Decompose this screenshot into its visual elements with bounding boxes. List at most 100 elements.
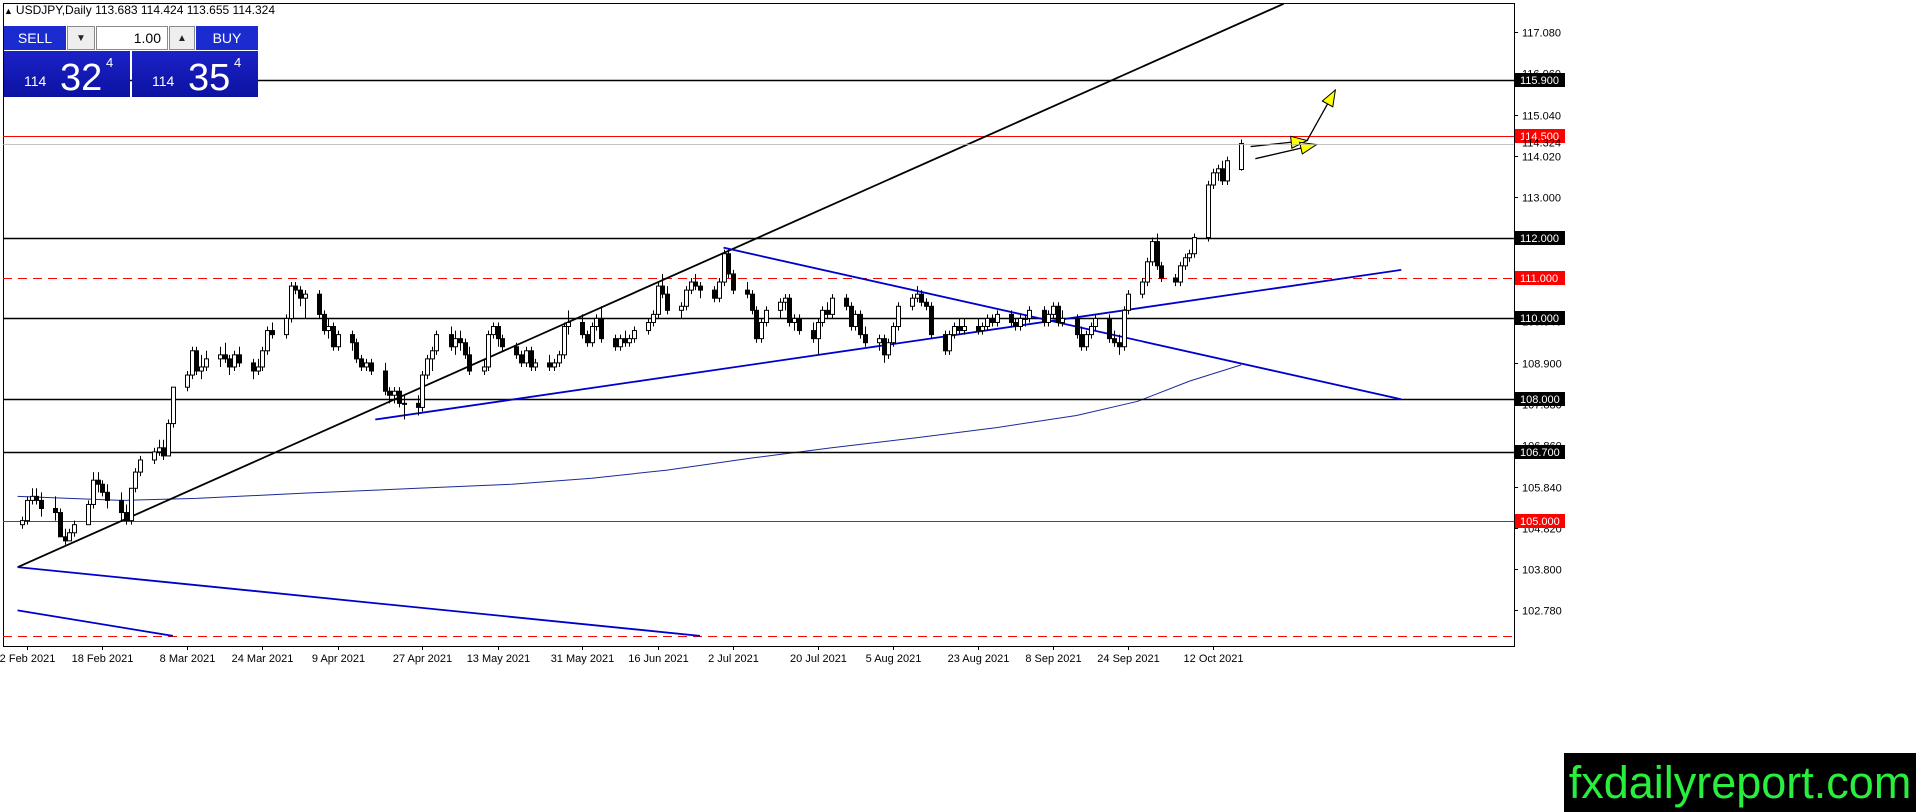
candle-body-bear xyxy=(387,390,392,396)
candle-body-bull xyxy=(1122,309,1127,348)
candle-body-bear xyxy=(237,354,242,364)
x-tick-label: 20 Jul 2021 xyxy=(790,653,847,665)
candle-body-bear xyxy=(317,293,322,315)
candle-body-bear xyxy=(990,317,995,323)
candle-body-bear xyxy=(731,273,736,291)
candle-body-bear xyxy=(96,479,101,485)
candle-body-bull xyxy=(1051,305,1056,315)
watermark-logo: fxdailyreport.com xyxy=(1564,753,1916,812)
candle-body-bull xyxy=(1126,293,1131,311)
candle-body-bear xyxy=(849,305,854,328)
candle-2021-02-25 xyxy=(133,468,138,493)
sell-quote[interactable]: 114 32 4 xyxy=(4,51,130,97)
candle-body-bull xyxy=(915,293,920,299)
candle-body-bull xyxy=(566,321,571,328)
candle-body-bear xyxy=(39,499,44,510)
candle-body-bull xyxy=(820,309,825,323)
candle-body-bear xyxy=(712,289,717,299)
candle-body-bear xyxy=(844,297,849,307)
candle-2021-07-14 xyxy=(787,294,792,327)
candle-body-bear xyxy=(882,338,887,356)
candle-body-bull xyxy=(336,334,341,348)
candle-body-bull xyxy=(1027,309,1032,319)
candle-2021-09-13 xyxy=(1075,314,1080,339)
candle-body-bear xyxy=(924,301,929,307)
candle-body-bear xyxy=(787,297,792,323)
candle-body-bull xyxy=(284,317,289,336)
buy-button[interactable]: BUY xyxy=(196,26,258,50)
candle-2021-05-20 xyxy=(529,346,534,372)
candle-body-bull xyxy=(816,321,821,340)
candle-body-bull xyxy=(30,495,35,501)
candle-body-bear xyxy=(496,326,501,340)
candle-2021-07-02 xyxy=(731,269,736,295)
y-tick-label: 105.840 xyxy=(1522,483,1562,495)
candle-2021-07-23 xyxy=(830,294,835,319)
candle-2021-08-06 xyxy=(896,302,901,331)
candle-body-bull xyxy=(783,297,788,303)
candle-2021-08-17 xyxy=(947,330,952,355)
candle-body-bull xyxy=(256,366,261,372)
candle-body-bear xyxy=(500,338,505,348)
candle-body-bull xyxy=(430,350,435,360)
candle-body-bear xyxy=(34,495,39,501)
x-tick-label: 2 Feb 2021 xyxy=(0,653,55,665)
chart-ohlc: 113.683 114.424 113.655 114.324 xyxy=(95,3,276,17)
candle-body-bear xyxy=(976,326,981,332)
candle-body-bear xyxy=(1112,338,1117,344)
price-level-tag-label: 105.000 xyxy=(1520,516,1560,528)
candle-2021-09-29 xyxy=(1150,237,1155,266)
candle-2021-07-07 xyxy=(754,306,759,343)
candle-body-bull xyxy=(425,358,430,376)
candle-body-bull xyxy=(392,390,397,396)
candle-2021-07-01 xyxy=(726,249,731,278)
candle-body-bear xyxy=(754,309,759,340)
candle-body-bull xyxy=(679,305,684,311)
x-tick-label: 18 Feb 2021 xyxy=(72,653,134,665)
lot-decrease-button[interactable]: ▼ xyxy=(67,26,95,50)
candle-2021-02-09 xyxy=(58,508,63,538)
candle-body-bull xyxy=(1046,313,1051,323)
x-tick-label: 16 Jun 2021 xyxy=(628,653,689,665)
candle-body-bull xyxy=(199,366,204,372)
candle-2021-03-30 xyxy=(289,282,294,323)
candle-body-bear xyxy=(298,289,303,299)
collapse-triangle-icon[interactable]: ▲ xyxy=(4,6,13,16)
sell-button[interactable]: SELL xyxy=(4,26,66,50)
candle-body-bear xyxy=(919,293,924,303)
x-tick-label: 8 Mar 2021 xyxy=(160,653,216,665)
price-level-tag-label: 115.900 xyxy=(1520,75,1559,87)
candle-body-bull xyxy=(1239,143,1244,170)
price-chart[interactable]: 117.080116.060115.040114.020113.000111.9… xyxy=(0,0,1916,812)
x-tick-label: 12 Oct 2021 xyxy=(1184,653,1244,665)
buy-quote[interactable]: 114 35 4 xyxy=(132,51,258,97)
lot-size-input[interactable] xyxy=(96,26,168,50)
candle-body-bull xyxy=(91,479,96,505)
candle-2021-04-08 xyxy=(331,322,336,351)
candle-body-bull xyxy=(491,326,496,336)
candle-body-bear xyxy=(519,354,524,364)
candle-body-bear xyxy=(580,321,585,336)
candle-body-bull xyxy=(157,447,162,453)
candle-body-bull xyxy=(232,354,237,368)
candle-2021-07-08 xyxy=(759,318,764,343)
candle-2021-06-30 xyxy=(722,249,727,287)
candle-2021-03-25 xyxy=(265,326,270,355)
y-tick-label: 117.080 xyxy=(1522,28,1561,40)
candle-body-bear xyxy=(745,289,750,295)
y-tick-label: 115.040 xyxy=(1522,111,1561,123)
candle-body-bull xyxy=(627,338,632,344)
candle-body-bull xyxy=(129,487,134,522)
candle-body-bull xyxy=(632,330,637,340)
candle-body-bull xyxy=(171,386,176,425)
candle-body-bear xyxy=(369,362,374,372)
candle-2021-03-09 xyxy=(190,346,195,380)
price-level-tag-label: 111.000 xyxy=(1520,273,1558,285)
candle-body-bull xyxy=(722,253,727,283)
candle-body-bull xyxy=(1093,317,1098,328)
candle-body-bull xyxy=(962,326,967,332)
candle-body-bear xyxy=(58,512,63,538)
candle-body-bull xyxy=(1187,253,1192,259)
lot-increase-button[interactable]: ▲ xyxy=(169,26,195,50)
candle-body-bull xyxy=(1178,265,1183,283)
